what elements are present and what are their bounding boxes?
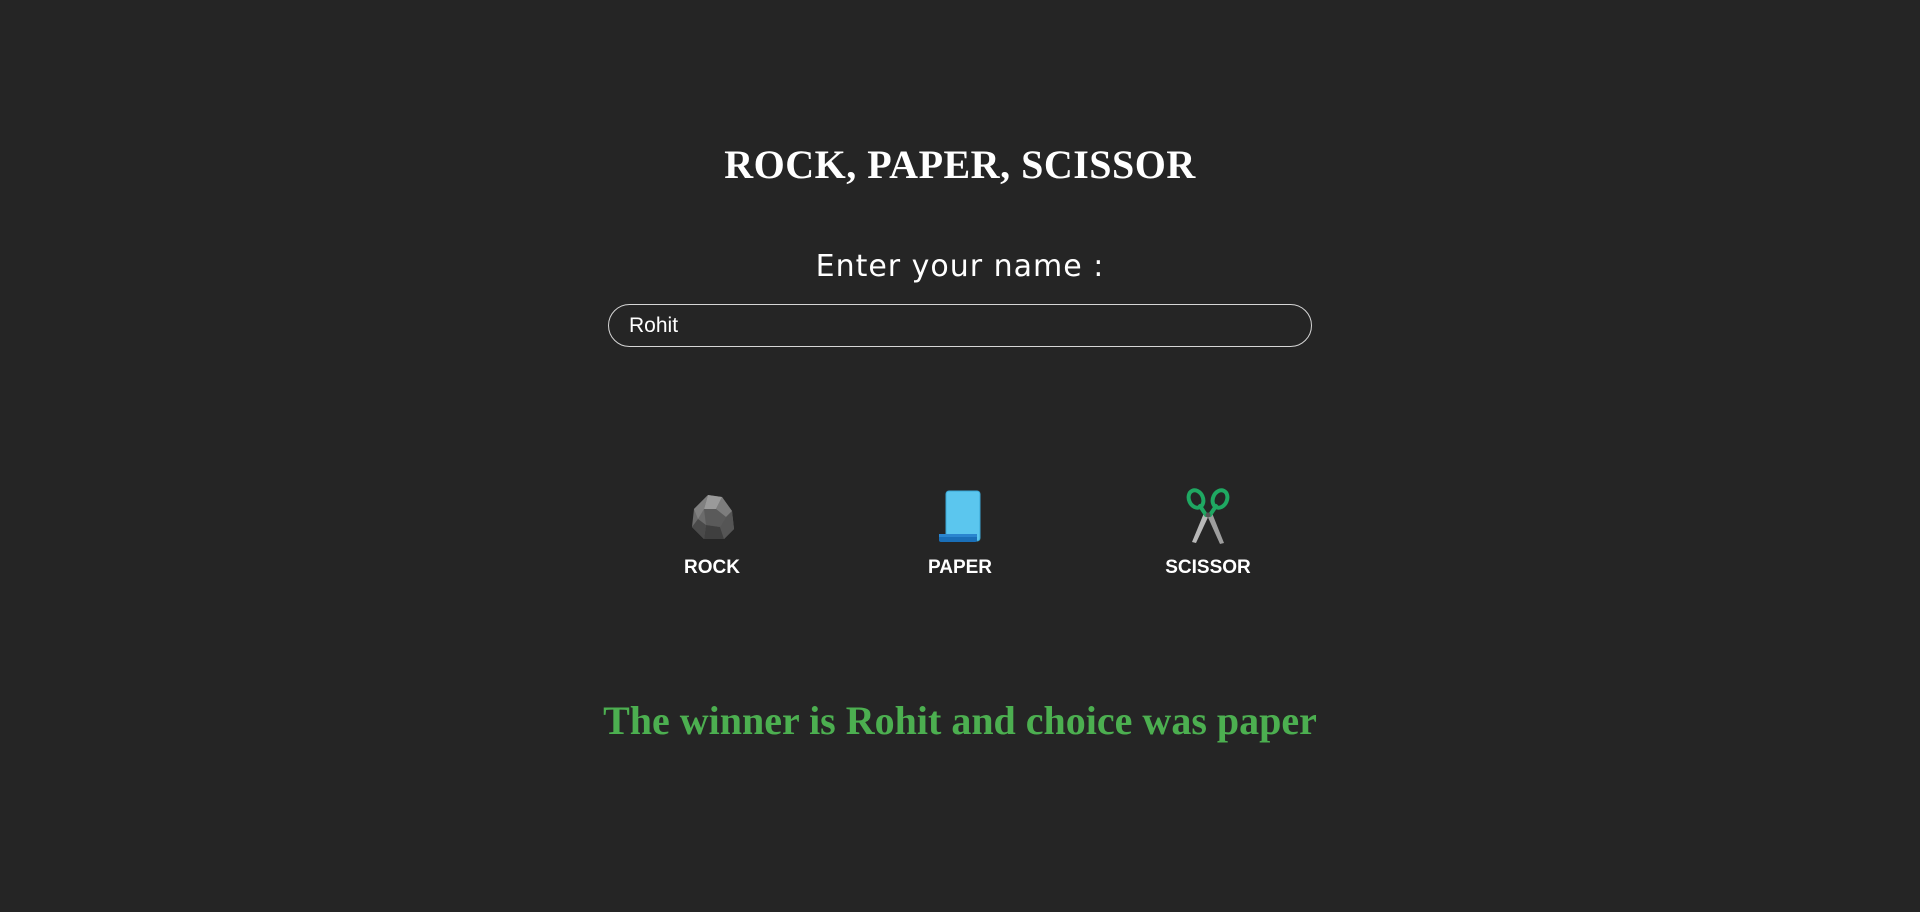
name-prompt-label: Enter your name :	[815, 249, 1105, 284]
rock-icon	[692, 495, 734, 539]
paper-button[interactable]: PAPER	[880, 487, 1040, 587]
page-title: ROCK, PAPER, SCISSOR	[724, 142, 1196, 187]
rock-label: ROCK	[684, 557, 740, 578]
winner-message: The winner is Rohit and choice was paper	[603, 698, 1317, 743]
paper-label: PAPER	[927, 557, 993, 578]
scissor-label: SCISSOR	[1165, 557, 1251, 578]
scissors-icon	[1186, 488, 1230, 544]
paper-scroll-icon	[939, 490, 981, 542]
scissor-button[interactable]: SCISSOR	[1128, 487, 1288, 587]
rock-button[interactable]: ROCK	[632, 487, 792, 587]
name-input[interactable]	[608, 304, 1312, 347]
game-page: ROCK, PAPER, SCISSOR Enter your name : R…	[0, 0, 1920, 912]
